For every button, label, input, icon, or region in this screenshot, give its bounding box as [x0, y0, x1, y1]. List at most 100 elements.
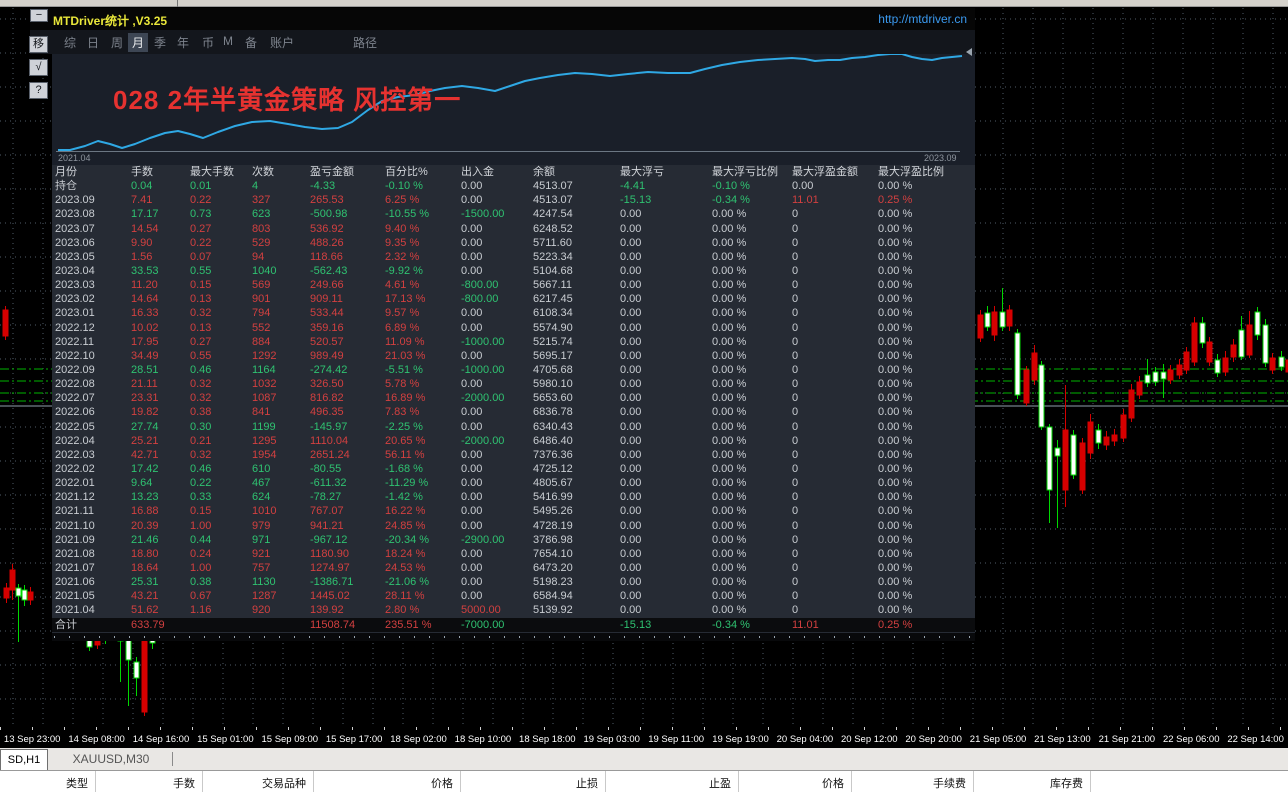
cell: 0.00	[792, 180, 814, 193]
menu-item-2[interactable]: 日	[87, 34, 99, 51]
cell: 6584.94	[533, 590, 573, 603]
table-row: 2023.02 14.64 0.13 901 909.11 17.13 % -800.00 6…	[55, 292, 975, 306]
cell: 4705.68	[533, 363, 573, 376]
cell: 5980.10	[533, 378, 573, 391]
cell: 1.00	[190, 561, 212, 574]
cell: 4247.54	[533, 208, 573, 221]
cell: 0	[792, 378, 799, 391]
help-button[interactable]: ?	[29, 82, 48, 99]
cell: -0.10 %	[385, 180, 423, 193]
cell: 0.00	[461, 590, 483, 603]
cell: 794	[252, 307, 271, 320]
menu-item-5[interactable]: 季	[154, 34, 166, 51]
menu-item-4[interactable]: 月	[128, 33, 149, 52]
table-row: 2022.02 17.42 0.46 610 -80.55 -1.68 % 0.00 4725…	[55, 462, 975, 476]
menu-item-1[interactable]: 综	[64, 34, 76, 51]
cell: 16.22 %	[385, 505, 426, 518]
cell: -2900.00	[461, 533, 505, 546]
menu-item-9[interactable]: 备	[245, 34, 257, 51]
cell: 920	[252, 604, 271, 617]
cell: 最大手数	[190, 166, 234, 178]
tab-xauusd-h1[interactable]: SD,H1	[0, 749, 48, 770]
cell: 0.00	[620, 505, 642, 518]
cell: 0.00	[620, 561, 642, 574]
cell: 0.00	[620, 576, 642, 589]
table-row: 2022.03 42.71 0.32 1954 2651.24 56.11 % 0.00 73…	[55, 448, 975, 462]
cell: 21.46	[131, 533, 159, 546]
order-column-header: 类型	[0, 771, 96, 792]
cell: -7000.00	[461, 618, 505, 631]
header-row: 月份 手数 最大手数 次数 盈亏金额 百分比% 出入金 余额 最大浮亏 最大浮亏比例 最大浮盈金额 最…	[55, 165, 975, 179]
table-row: 2022.04 25.21 0.21 1295 1110.04 20.65 % -2000.…	[55, 434, 975, 448]
cell: 1040	[252, 264, 277, 277]
cell: 28.51	[131, 363, 159, 376]
strategy-title: 028 2年半黄金策略 风控第一	[113, 85, 462, 115]
order-column-header: 手续费	[852, 771, 974, 792]
cell: 9.57 %	[385, 307, 420, 320]
cell: 2021.04	[55, 604, 95, 617]
cell: 0	[792, 519, 799, 532]
cell: 0.00 %	[878, 222, 913, 235]
cell: 0.00 %	[712, 491, 747, 504]
cell: 0.00	[620, 519, 642, 532]
cell: 0.00	[461, 194, 483, 207]
ruler-dots	[54, 636, 972, 638]
cell: 2022.01	[55, 477, 95, 490]
menu-item-7[interactable]: 币	[202, 34, 214, 51]
cell: 0.01	[190, 180, 212, 193]
mtdriver-url-link[interactable]: http://mtdriver.cn	[878, 12, 967, 26]
time-label: 15 Sep 09:00	[261, 734, 319, 745]
menu-item-6[interactable]: 年	[177, 34, 189, 51]
menu-item-8[interactable]: M	[223, 34, 233, 48]
menu-item-10[interactable]: 账户	[270, 34, 294, 51]
cell: 5223.34	[533, 250, 573, 263]
menu-item-path[interactable]: 路径	[353, 34, 377, 51]
cell: 0.00 %	[712, 349, 747, 362]
tab-xauusd-m30[interactable]: XAUUSD,M30	[55, 749, 167, 770]
cell: 2023.03	[55, 279, 95, 292]
cell: 0.00	[620, 547, 642, 560]
time-label: 19 Sep 03:00	[583, 734, 640, 745]
cell: 7.83 %	[385, 406, 420, 419]
cell: -10.55 %	[385, 208, 430, 221]
cell: 0.00 %	[712, 279, 747, 292]
scroll-arrow-icon[interactable]	[966, 48, 972, 56]
table-row: 2021.08 18.80 0.24 921 1180.90 18.24 % 0.00 765…	[55, 547, 975, 561]
cell: 757	[252, 561, 271, 574]
cell: 2022.03	[55, 448, 95, 461]
cell: 803	[252, 222, 271, 235]
cell: 623	[252, 208, 271, 221]
cell: 0.00 %	[712, 604, 747, 617]
chart-tab-bar: SD,H1 XAUUSD,M30	[0, 748, 1288, 770]
cell: 2021.12	[55, 491, 95, 504]
cell: 0.27	[190, 222, 212, 235]
time-label: 21 Sep 21:00	[1098, 734, 1156, 745]
cell: 633.79	[131, 618, 165, 631]
cell: 5198.23	[533, 576, 573, 589]
cell: 884	[252, 335, 271, 348]
cell: 0.55	[190, 264, 212, 277]
cell: 43.21	[131, 590, 159, 603]
cell: 0.00	[461, 505, 483, 518]
time-label: 21 Sep 05:00	[969, 734, 1027, 745]
order-column-header: 价格	[314, 771, 461, 792]
table-row: 2021.11 16.88 0.15 1010 767.07 16.22 % 0.00 549…	[55, 504, 975, 518]
cell: 569	[252, 279, 271, 292]
cell: -1000.00	[461, 335, 505, 348]
cell: 2023.02	[55, 293, 95, 306]
move-button[interactable]: 移	[29, 36, 48, 53]
cell: -15.13	[620, 194, 652, 207]
menu-item-3[interactable]: 周	[111, 34, 123, 51]
cell: 1.16	[190, 604, 212, 617]
table-row: 2022.07 23.31 0.32 1087 816.82 16.89 % -2000.0…	[55, 391, 975, 405]
check-button[interactable]: √	[29, 59, 48, 76]
table-row: 2022.10 34.49 0.55 1292 989.49 21.03 % 0.00 569…	[55, 349, 975, 363]
cell: -274.42	[310, 363, 348, 376]
cell: 0	[792, 307, 799, 320]
time-label: 14 Sep 16:00	[132, 734, 190, 745]
minimize-button[interactable]: −	[30, 9, 48, 22]
cell: 0.00 %	[878, 533, 913, 546]
panel-title: MTDriver统计 ,V3.25	[53, 14, 168, 28]
cell: 5695.17	[533, 349, 573, 362]
cell: 0.30	[190, 420, 212, 433]
